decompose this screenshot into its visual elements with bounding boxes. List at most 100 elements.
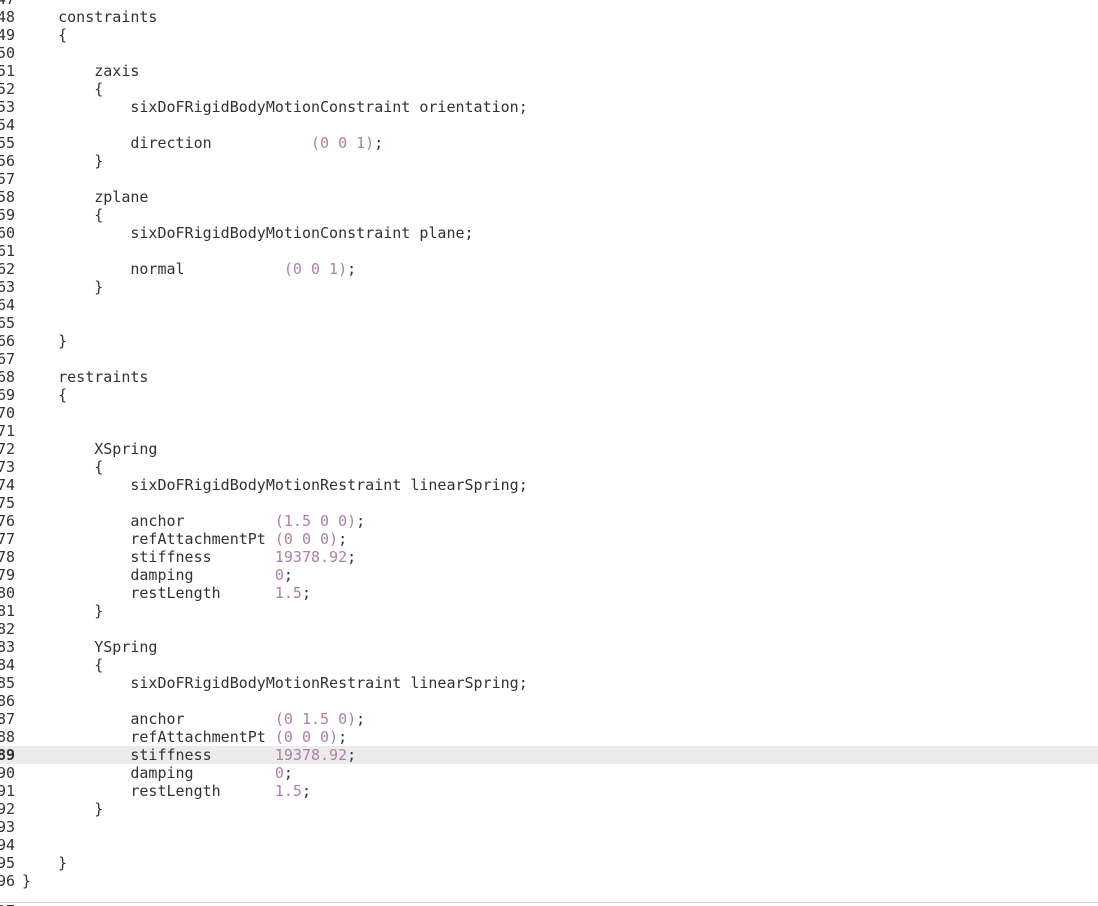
code-line[interactable]: 51 zaxis (0, 62, 1098, 80)
line-number: 76 (0, 512, 16, 530)
code-line[interactable]: 74 sixDoFRigidBodyMotionRestraint linear… (0, 476, 1098, 494)
code-line[interactable]: 80 restLength 1.5; (0, 584, 1098, 602)
code-editor[interactable]: 4748 constraints49 {5051 zaxis52 {53 six… (0, 0, 1098, 890)
code-line[interactable]: 92 } (0, 800, 1098, 818)
code-line[interactable]: 58 zplane (0, 188, 1098, 206)
code-line[interactable]: 88 refAttachmentPt (0 0 0); (0, 728, 1098, 746)
line-number: 68 (0, 368, 16, 386)
code-line[interactable]: 77 refAttachmentPt (0 0 0); (0, 530, 1098, 548)
code-line[interactable]: 63 } (0, 278, 1098, 296)
code-token: { (22, 26, 68, 44)
code-line[interactable]: 85 sixDoFRigidBodyMotionRestraint linear… (0, 674, 1098, 692)
code-line[interactable]: 64 (0, 296, 1098, 314)
code-line[interactable]: 54 (0, 116, 1098, 134)
numeric-literal: 0 (274, 764, 284, 782)
code-line[interactable]: 90 damping 0; (0, 764, 1098, 782)
code-line[interactable]: 71 (0, 422, 1098, 440)
code-line[interactable]: 78 stiffness 19378.92; (0, 548, 1098, 566)
line-number: 81 (0, 602, 16, 620)
code-token: restLength (22, 782, 275, 800)
line-number: 50 (0, 44, 16, 62)
code-token: { (22, 386, 68, 404)
code-line[interactable]: 84 { (0, 656, 1098, 674)
line-number: 71 (0, 422, 16, 440)
code-token: XSpring (22, 440, 158, 458)
line-number: 94 (0, 836, 16, 854)
code-line[interactable]: 53 sixDoFRigidBodyMotionConstraint orien… (0, 98, 1098, 116)
code-text: refAttachmentPt (0 0 0); (22, 728, 347, 746)
code-line[interactable]: 89 stiffness 19378.92; (0, 746, 1098, 764)
code-line[interactable]: 55 direction (0 0 1); (0, 134, 1098, 152)
code-text: normal (0 0 1); (22, 260, 356, 278)
code-line[interactable]: 67 (0, 350, 1098, 368)
code-text: { (22, 206, 103, 224)
code-token: sixDoFRigidBodyMotionConstraint orientat… (22, 98, 528, 116)
code-text: YSpring (22, 638, 157, 656)
code-line[interactable]: 62 normal (0 0 1); (0, 260, 1098, 278)
code-line[interactable]: 76 anchor (1.5 0 0); (0, 512, 1098, 530)
line-number: 65 (0, 314, 16, 332)
code-line[interactable]: 50 (0, 44, 1098, 62)
code-text: } (22, 800, 103, 818)
code-token: normal (22, 260, 284, 278)
numeric-literal: 1.5 (274, 782, 302, 800)
code-token: constraints (22, 8, 158, 26)
code-line[interactable]: 81 } (0, 602, 1098, 620)
code-token: ; (338, 728, 348, 746)
code-line[interactable]: 61 (0, 242, 1098, 260)
code-line[interactable]: 69 { (0, 386, 1098, 404)
code-line[interactable]: 93 (0, 818, 1098, 836)
code-token: ; (338, 530, 348, 548)
code-token: zplane (22, 188, 149, 206)
code-line[interactable]: 73 { (0, 458, 1098, 476)
code-token: } (22, 800, 104, 818)
code-line[interactable]: 60 sixDoFRigidBodyMotionConstraint plane… (0, 224, 1098, 242)
code-line[interactable]: 49 { (0, 26, 1098, 44)
code-line[interactable]: 86 (0, 692, 1098, 710)
code-token: } (22, 854, 68, 872)
code-line[interactable]: 70 (0, 404, 1098, 422)
code-token: ; (347, 746, 357, 764)
code-line[interactable]: 48 constraints (0, 8, 1098, 26)
code-text: constraints (22, 8, 157, 26)
line-number: 60 (0, 224, 16, 242)
line-number: 61 (0, 242, 16, 260)
editor-bottom-divider (0, 902, 1098, 903)
code-text: { (22, 656, 103, 674)
code-line[interactable]: 52 { (0, 80, 1098, 98)
code-text: stiffness 19378.92; (22, 548, 356, 566)
code-token: } (22, 872, 32, 890)
code-line[interactable]: 75 (0, 494, 1098, 512)
code-line[interactable]: 82 (0, 620, 1098, 638)
code-line[interactable]: 56 } (0, 152, 1098, 170)
code-line[interactable]: 83 YSpring (0, 638, 1098, 656)
code-line[interactable]: 66 } (0, 332, 1098, 350)
code-line[interactable]: 72 XSpring (0, 440, 1098, 458)
line-number: 85 (0, 674, 16, 692)
code-line[interactable]: 47 (0, 0, 1098, 8)
code-line[interactable]: 65 (0, 314, 1098, 332)
code-line[interactable]: 91 restLength 1.5; (0, 782, 1098, 800)
line-number: 95 (0, 854, 16, 872)
code-token: stiffness (22, 746, 275, 764)
code-text: restraints (22, 368, 148, 386)
numeric-literal: 19378.92 (274, 548, 348, 566)
code-text: } (22, 854, 67, 872)
code-line[interactable]: 57 (0, 170, 1098, 188)
code-token: ; (301, 584, 311, 602)
numeric-literal: (0 0 0) (274, 530, 339, 548)
code-line[interactable]: 68 restraints (0, 368, 1098, 386)
code-line[interactable]: 94 (0, 836, 1098, 854)
code-line[interactable]: 95 } (0, 854, 1098, 872)
code-text: { (22, 458, 103, 476)
line-number: 62 (0, 260, 16, 278)
code-text: } (22, 278, 103, 296)
numeric-literal: (1.5 0 0) (274, 512, 357, 530)
line-number: 84 (0, 656, 16, 674)
code-line[interactable]: 59 { (0, 206, 1098, 224)
code-line[interactable]: 79 damping 0; (0, 566, 1098, 584)
numeric-literal: 19378.92 (274, 746, 348, 764)
code-line[interactable]: 87 anchor (0 1.5 0); (0, 710, 1098, 728)
code-line[interactable]: 96} (0, 872, 1098, 890)
code-text: } (22, 602, 103, 620)
